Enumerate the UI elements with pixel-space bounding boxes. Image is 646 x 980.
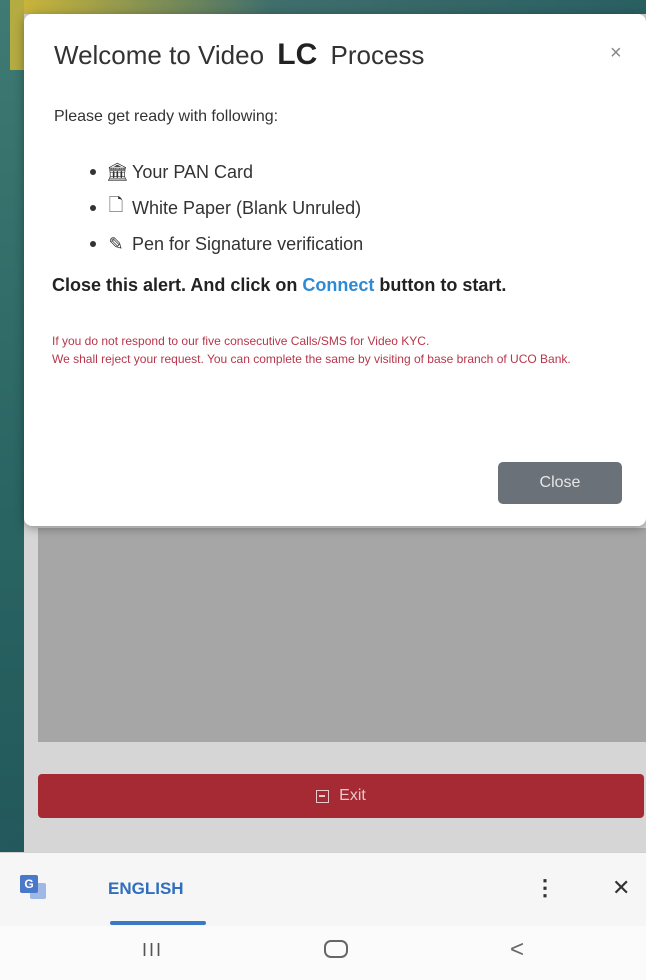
list-item: 🏛 Your PAN Card — [90, 154, 363, 190]
connect-link-text: Connect — [302, 275, 375, 295]
modal-title-highlight: LC — [277, 38, 318, 71]
bullet — [90, 169, 96, 175]
exit-label: Exit — [339, 787, 366, 804]
back-icon[interactable]: < — [510, 936, 524, 964]
pen-icon: ✎ — [108, 233, 124, 254]
translate-bar: G ENGLISH ⋮ ✕ — [0, 852, 646, 927]
warning-line-1: If you do not respond to our five consec… — [52, 334, 430, 348]
document-icon: 🗋 — [108, 195, 124, 215]
language-tab-english[interactable]: ENGLISH — [108, 879, 184, 899]
background-left-bar — [0, 0, 24, 820]
modal-close-icon[interactable]: × — [610, 42, 622, 65]
modal-title: Welcome to Video LC Process — [54, 38, 424, 72]
close-button[interactable]: Close — [498, 462, 622, 504]
requirements-list: 🏛 Your PAN Card 🗋 White Paper (Blank Unr… — [90, 154, 363, 262]
instruction-after: button to start. — [379, 275, 507, 295]
bullet — [90, 205, 96, 211]
bank-icon: 🏛 — [106, 161, 129, 182]
modal-title-suffix: Process — [330, 40, 425, 70]
instruction-before: Close this alert. And click on — [52, 275, 298, 295]
translate-close-icon[interactable]: ✕ — [612, 875, 630, 901]
modal-lead-text: Please get ready with following: — [54, 108, 279, 125]
recents-icon[interactable]: III — [142, 940, 163, 961]
warning-text: If you do not respond to our five consec… — [52, 332, 622, 368]
android-nav-bar: III < — [0, 926, 646, 980]
list-item-label: Your PAN Card — [132, 161, 254, 182]
translate-icon[interactable]: G — [20, 875, 46, 899]
warning-line-2: We shall reject your request. You can co… — [52, 352, 571, 366]
home-icon[interactable] — [324, 940, 348, 958]
welcome-modal: Welcome to Video LC Process × Please get… — [24, 14, 646, 526]
list-item-label: Pen for Signature verification — [132, 233, 364, 254]
language-tab-indicator — [110, 921, 206, 925]
video-preview-area — [38, 528, 646, 742]
modal-title-prefix: Welcome to Video — [54, 40, 265, 70]
more-options-icon[interactable]: ⋮ — [534, 875, 556, 901]
list-item: ✎ Pen for Signature verification — [90, 226, 363, 262]
list-item: 🗋 White Paper (Blank Unruled) — [90, 190, 363, 226]
exit-icon — [316, 789, 330, 803]
list-item-label: White Paper (Blank Unruled) — [132, 197, 362, 218]
exit-button[interactable]: Exit — [38, 774, 644, 818]
background-top-band — [24, 0, 646, 14]
instruction-text: Close this alert. And click on Connect b… — [52, 272, 612, 298]
bullet — [90, 241, 96, 247]
